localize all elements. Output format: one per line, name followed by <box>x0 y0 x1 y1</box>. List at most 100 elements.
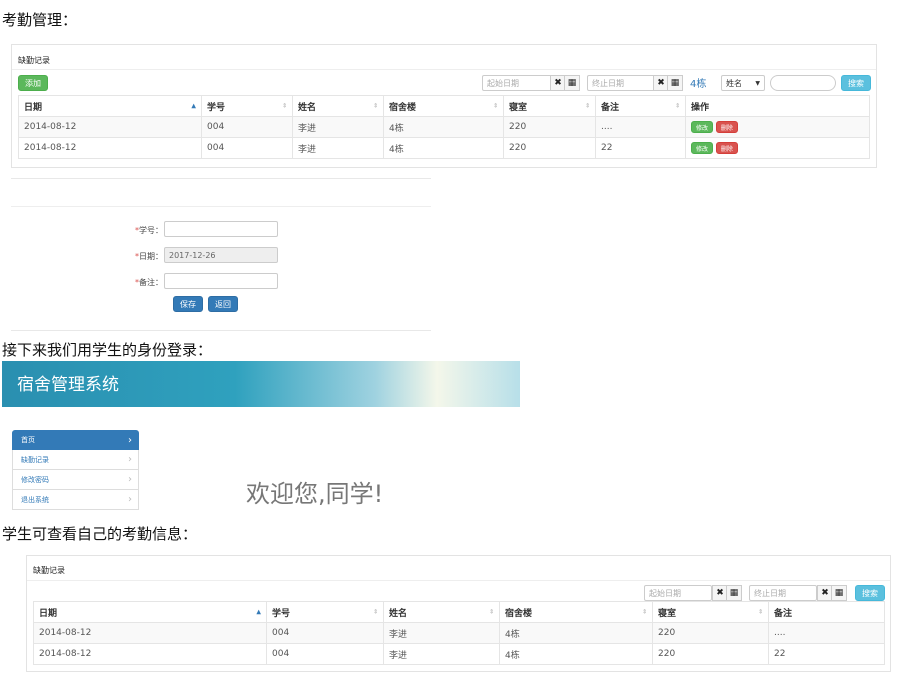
app-banner: 宿舍管理系统 <box>2 361 520 407</box>
chevron-right-icon: › <box>128 474 132 485</box>
sort-icon: ⇕ <box>584 102 590 110</box>
start-calendar-icon[interactable]: ▦ <box>726 585 742 601</box>
header-label: 宿舍楼 <box>505 608 533 619</box>
column-header-sid[interactable]: 学号 ⇕ <box>266 601 384 623</box>
chevron-down-icon: ▼ <box>755 79 760 87</box>
save-button[interactable]: 保存 <box>173 296 203 312</box>
column-header-date[interactable]: 日期 ▲ <box>18 95 202 117</box>
cell-name: 李进 <box>383 622 500 644</box>
sid-label-text: 学号： <box>139 226 163 235</box>
delete-button[interactable]: 删除 <box>715 142 738 154</box>
end-date-input[interactable]: 终止日期 <box>587 75 657 91</box>
header-label: 宿舍楼 <box>389 102 417 113</box>
student-absence-table: 日期 ▲ 学号 ⇕ 姓名 ⇕ 宿舍楼 ⇕ 寝室 ⇕ 备注 2014-08-12 004 李… <box>33 601 885 665</box>
edit-button[interactable]: 修改 <box>691 142 713 154</box>
sort-icon: ⇕ <box>488 608 494 616</box>
sort-icon: ⇕ <box>372 102 378 110</box>
sidebar-item-absence-records[interactable]: 缺勤记录 › <box>12 450 139 470</box>
column-header-building[interactable]: 宿舍楼 ⇕ <box>383 95 504 117</box>
cell-actions: 修改 删除 <box>685 116 870 138</box>
panel-title: 缺勤记录 <box>18 56 50 65</box>
search-button[interactable]: 搜索 <box>855 585 885 601</box>
cell-note: .... <box>595 116 686 138</box>
sort-icon: ⇕ <box>281 102 287 110</box>
date-label: *日期： <box>111 251 163 262</box>
cell-building: 4栋 <box>499 643 653 665</box>
divider <box>12 69 876 70</box>
table-header-row: 日期 ▲ 学号 ⇕ 姓名 ⇕ 宿舍楼 ⇕ 寝室 ⇕ 备注 <box>33 601 885 623</box>
cell-sid: 004 <box>201 116 293 138</box>
section-heading-student-attendance: 学生可查看自己的考勤信息： <box>2 525 198 543</box>
delete-button[interactable]: 删除 <box>715 121 738 133</box>
add-button[interactable]: 添加 <box>18 75 48 91</box>
column-header-date[interactable]: 日期 ▲ <box>33 601 267 623</box>
column-header-building[interactable]: 宿舍楼 ⇕ <box>499 601 653 623</box>
column-header-note[interactable]: 备注 ⇕ <box>595 95 686 117</box>
note-label-text: 备注： <box>139 278 163 287</box>
sort-asc-icon: ▲ <box>191 102 196 110</box>
cell-building: 4栋 <box>383 137 504 159</box>
end-date-input[interactable]: 终止日期 <box>749 585 817 601</box>
column-header-name[interactable]: 姓名 ⇕ <box>383 601 500 623</box>
sid-field[interactable] <box>164 221 278 237</box>
panel-title: 缺勤记录 <box>33 566 65 575</box>
table-row: 2014-08-12 004 李进 4栋 220 .... 修改 删除 <box>18 116 870 138</box>
cell-room: 220 <box>503 116 596 138</box>
student-absence-panel: 缺勤记录 起始日期 ✖ ▦ 终止日期 ✖ ▦ 搜索 日期 ▲ 学号 ⇕ 姓名 ⇕ 宿舍… <box>26 555 891 672</box>
header-label: 日期 <box>39 608 58 619</box>
note-label: *备注： <box>111 277 163 288</box>
start-date-input[interactable]: 起始日期 <box>482 75 558 91</box>
admin-absence-table: 日期 ▲ 学号 ⇕ 姓名 ⇕ 宿舍楼 ⇕ 寝室 ⇕ 备注 ⇕ 操作 2014-08-12 0… <box>18 95 870 159</box>
column-header-room[interactable]: 寝室 ⇕ <box>503 95 596 117</box>
divider <box>11 206 431 207</box>
cell-actions: 修改 删除 <box>685 137 870 159</box>
attendance-form: *学号： *日期： 2017-12-26 *备注： 保存 返回 <box>11 178 431 331</box>
admin-absence-panel: 缺勤记录 添加 起始日期 ✖ ▦ 终止日期 ✖ ▦ 4栋 姓名 ▼ 搜索 日期 ▲… <box>11 44 877 168</box>
cell-date: 2014-08-12 <box>18 116 202 138</box>
date-label-text: 日期： <box>139 252 163 261</box>
search-field-select[interactable]: 姓名 ▼ <box>721 75 765 91</box>
back-button[interactable]: 返回 <box>208 296 238 312</box>
end-calendar-icon[interactable]: ▦ <box>831 585 847 601</box>
table-row: 2014-08-12 004 李进 4栋 220 22 修改 删除 <box>18 137 870 159</box>
header-label: 寝室 <box>509 102 528 113</box>
start-calendar-icon[interactable]: ▦ <box>564 75 580 91</box>
cell-room: 220 <box>652 622 769 644</box>
sidebar-item-home[interactable]: 首页 › <box>12 430 139 450</box>
sort-icon: ⇕ <box>492 102 498 110</box>
header-label: 学号 <box>272 608 291 619</box>
building-label: 4栋 <box>690 79 707 90</box>
sidebar-item-label: 修改密码 <box>21 475 49 484</box>
sort-icon: ⇕ <box>757 608 763 616</box>
end-calendar-icon[interactable]: ▦ <box>667 75 683 91</box>
cell-name: 李进 <box>292 116 384 138</box>
column-header-sid[interactable]: 学号 ⇕ <box>201 95 293 117</box>
start-date-input[interactable]: 起始日期 <box>644 585 712 601</box>
edit-button[interactable]: 修改 <box>691 121 713 133</box>
note-field[interactable] <box>164 273 278 289</box>
sidebar-item-logout[interactable]: 退出系统 › <box>12 490 139 510</box>
cell-sid: 004 <box>201 137 293 159</box>
date-field[interactable]: 2017-12-26 <box>164 247 278 263</box>
search-field-select-value: 姓名 <box>726 78 742 88</box>
divider <box>27 580 890 581</box>
cell-date: 2014-08-12 <box>18 137 202 159</box>
search-button[interactable]: 搜索 <box>841 75 871 91</box>
cell-building: 4栋 <box>499 622 653 644</box>
column-header-room[interactable]: 寝室 ⇕ <box>652 601 769 623</box>
sidebar-item-label: 缺勤记录 <box>21 455 49 464</box>
sidebar-item-change-password[interactable]: 修改密码 › <box>12 470 139 490</box>
table-row: 2014-08-12 004 李进 4栋 220 .... <box>33 622 885 644</box>
section-heading-student-login: 接下来我们用学生的身份登录： <box>2 341 213 359</box>
sid-label: *学号： <box>111 225 163 236</box>
cell-note: .... <box>768 622 885 644</box>
header-label: 学号 <box>207 102 226 113</box>
cell-name: 李进 <box>292 137 384 159</box>
sort-icon: ⇕ <box>641 608 647 616</box>
header-label: 寝室 <box>658 608 677 619</box>
header-label: 姓名 <box>298 102 317 113</box>
search-input[interactable] <box>770 75 836 91</box>
column-header-name[interactable]: 姓名 ⇕ <box>292 95 384 117</box>
cell-date: 2014-08-12 <box>33 643 267 665</box>
sidebar-item-label: 首页 <box>21 436 35 444</box>
